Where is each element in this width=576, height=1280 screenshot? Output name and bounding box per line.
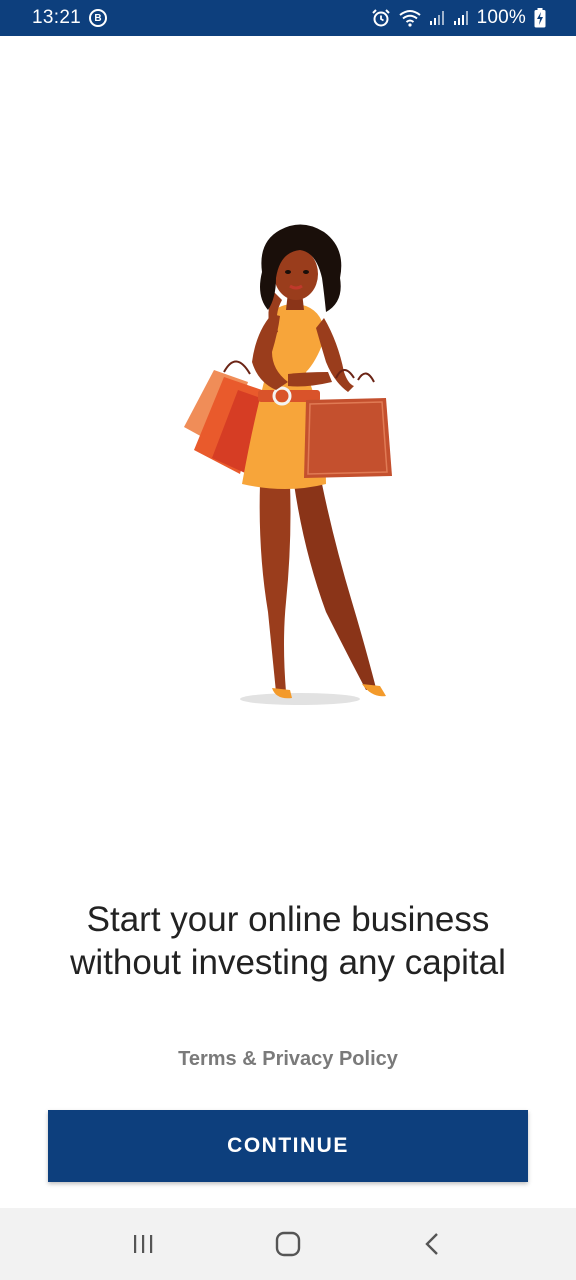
battery-charging-icon [534, 8, 546, 28]
terms-privacy-link[interactable]: Terms & Privacy Policy [0, 1048, 576, 1071]
status-right: 100% [371, 7, 546, 29]
continue-button[interactable]: CONTINUE [48, 1110, 528, 1182]
headline-line-1: Start your online business [86, 900, 490, 939]
wifi-icon [398, 9, 421, 27]
system-nav-bar [0, 1208, 576, 1280]
back-icon[interactable] [403, 1214, 463, 1274]
b-badge-icon: B [89, 9, 108, 27]
battery-percent: 100% [476, 7, 526, 28]
recent-apps-icon[interactable] [113, 1214, 173, 1274]
alarm-icon [371, 8, 391, 28]
status-time: 13:21 [32, 7, 82, 28]
status-left: 13:21 B [32, 7, 108, 29]
status-bar: 13:21 B 100% [0, 0, 576, 36]
signal-icon [453, 10, 469, 26]
headline-line-2: without investing any capital [70, 943, 506, 982]
signal-icon [429, 10, 445, 26]
home-icon[interactable] [258, 1214, 318, 1274]
onboarding-screen: 13:21 B 100% Start your online business … [0, 0, 576, 1280]
onboarding-headline: Start your online business without inves… [0, 898, 576, 984]
woman-with-shopping-bags-illustration [176, 222, 400, 708]
